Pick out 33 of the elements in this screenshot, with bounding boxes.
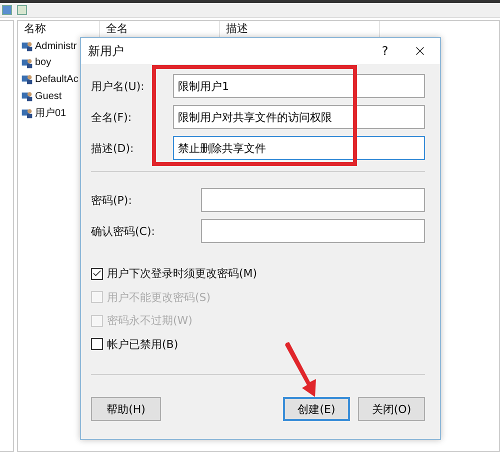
text-field[interactable]: 限制用户1 — [173, 74, 425, 98]
user-icon — [21, 90, 33, 102]
help-icon[interactable] — [2, 5, 12, 15]
password-field[interactable] — [201, 188, 425, 212]
text-field[interactable]: 禁止删除共享文件 — [173, 136, 425, 160]
user-icon — [21, 106, 33, 119]
dialog-title: 新用户 — [88, 42, 125, 60]
password-field[interactable] — [201, 219, 425, 243]
user-name[interactable]: boy — [35, 57, 52, 68]
checkbox-label: 密码永不过期(W) — [107, 313, 192, 328]
field-label: 确认密码(C): — [91, 224, 156, 238]
user-name[interactable]: Administr — [35, 40, 77, 52]
checkbox-label: 用户下次登录时须更改密码(M) — [107, 266, 258, 282]
field-label: 用户名(U): — [91, 78, 146, 94]
user-icon — [21, 73, 33, 86]
help-button[interactable]: ? — [370, 38, 400, 64]
dialog-button[interactable]: 关闭(O) — [358, 397, 425, 421]
text-field[interactable]: 限制用户对共享文件的访问权限 — [173, 105, 425, 129]
user-name[interactable]: 用户01 — [35, 106, 66, 120]
user-name[interactable]: DefaultAc — [35, 74, 78, 85]
console-icon[interactable] — [17, 5, 27, 15]
field-label: 全名(F): — [91, 110, 133, 124]
dialog-button[interactable]: 创建(E) — [283, 397, 350, 421]
user-icon — [21, 56, 33, 69]
checkbox[interactable] — [91, 268, 103, 280]
user-icon — [21, 40, 33, 52]
user-name[interactable]: Guest — [35, 90, 62, 102]
checkbox-label: 帐户已禁用(B) — [107, 336, 178, 352]
field-label: 密码(P): — [91, 192, 133, 208]
dialog-button[interactable]: 帮助(H) — [91, 397, 161, 421]
checkbox[interactable] — [91, 338, 103, 350]
checkbox-label: 用户不能更改密码(S) — [107, 290, 211, 305]
field-label: 描述(D): — [91, 140, 135, 156]
